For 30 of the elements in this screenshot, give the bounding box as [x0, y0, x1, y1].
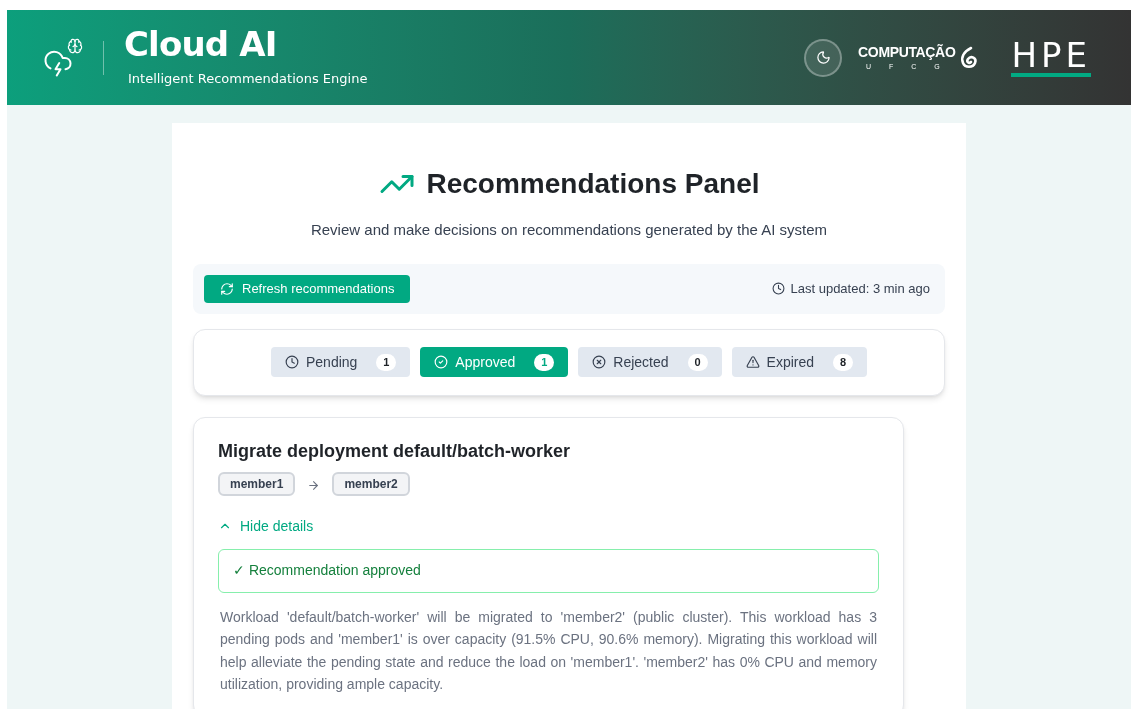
company-logo: HPE: [1011, 38, 1091, 77]
status-tab[interactable]: Expired 8: [731, 347, 868, 377]
app-subtitle: Intelligent Recommendations Engine: [128, 69, 368, 88]
count-badge: 8: [833, 353, 854, 371]
cluster-chip: member1: [218, 471, 296, 496]
check-circle-icon: [434, 355, 449, 369]
status-banner: ✓ Recommendation approved: [218, 548, 879, 593]
partner-logo-text: COMPUTAÇÃO: [858, 45, 956, 59]
panel-description: Review and make decisions on recommendations generated by the AI system: [309, 220, 829, 240]
status-tab[interactable]: Pending 1: [270, 347, 411, 377]
recommendation-title: Migrate deployment default/batch-worker: [218, 439, 572, 463]
moon-icon: [815, 50, 831, 65]
x-circle-icon: [592, 355, 607, 369]
refresh-icon: [220, 281, 234, 296]
app-title: Cloud AI: [124, 26, 278, 61]
count-badge: 0: [687, 353, 708, 371]
spiral-icon: [959, 45, 980, 70]
arrow-right-icon: [307, 479, 321, 492]
status-tab[interactable]: Rejected 0: [578, 347, 722, 377]
theme-toggle-button[interactable]: [804, 38, 843, 77]
panel-title: Recommendations Panel: [426, 167, 760, 201]
recommendation-description: Workload 'default/batch-worker' will be migrated to 'member2' (public cluster). This workload has 3 pending pods and 'member1' is over capacity (91.5% CPU, 90.6% memory). Migrating this workload will help alleviate the pending state and reduce the load on 'member1'. 'member2' has 0% CPU and memory utilization, providing ample capacity.: [219, 607, 878, 694]
clock-icon: [771, 282, 785, 295]
last-updated: Last updated: 3 min ago: [790, 279, 930, 298]
cluster-chip: member2: [332, 471, 410, 496]
warning-icon: [745, 355, 760, 369]
cloud-brain-icon: [43, 37, 83, 78]
clock-icon: [284, 355, 299, 369]
count-badge: 1: [376, 353, 397, 371]
count-badge: 1: [534, 353, 555, 371]
